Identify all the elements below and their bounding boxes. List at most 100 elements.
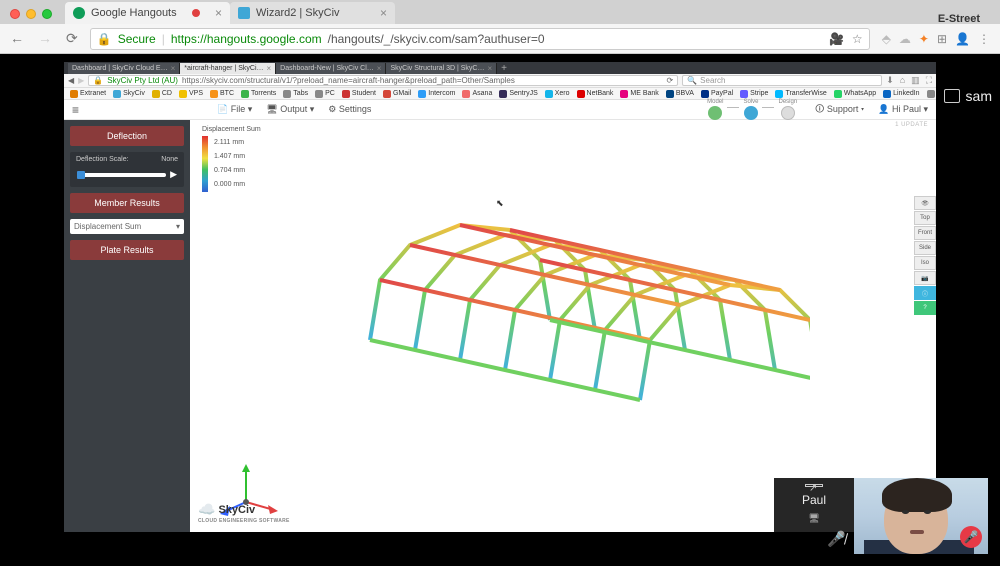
view-camera-button[interactable]: 📷 xyxy=(914,271,936,285)
extension-icon[interactable]: ✦ xyxy=(919,32,929,46)
color-legend: Displacement Sum 2.111 mm 1.407 mm 0.704… xyxy=(202,126,261,192)
back-icon[interactable]: ← xyxy=(10,30,24,47)
menu-file[interactable]: 📄 File ▾ xyxy=(217,104,252,115)
bookmark-item[interactable]: TransferWise xyxy=(773,90,828,98)
chrome-toolbar: ← → ⟳ 🔒 Secure | https://hangouts.google… xyxy=(0,24,1000,54)
bookmark-item[interactable]: SkyCiv xyxy=(111,90,147,98)
bookmark-item[interactable]: BTC xyxy=(208,90,236,98)
mode-model[interactable]: Model xyxy=(703,99,727,120)
close-icon[interactable]: × xyxy=(487,64,492,73)
inner-forward-icon[interactable]: ▶ xyxy=(78,76,84,85)
bookmark-item[interactable]: Extranet xyxy=(68,90,108,98)
fullscreen-icon[interactable]: ⛶ xyxy=(926,75,932,86)
bookmark-item[interactable]: LinkedIn xyxy=(881,90,921,98)
chrome-tab-skyciv[interactable]: Wizard2 | SkyCiv × xyxy=(230,2,395,24)
mode-solve[interactable]: Solve xyxy=(739,99,762,120)
favicon-icon xyxy=(620,90,628,98)
bookmark-item[interactable]: BBVA xyxy=(664,90,696,98)
reload-icon[interactable]: ⟳ xyxy=(666,76,673,85)
inner-tab[interactable]: SkyCiv Structural 3D | SkyC…× xyxy=(386,63,497,74)
window-zoom-traffic[interactable] xyxy=(42,9,52,19)
favicon-icon xyxy=(241,90,249,98)
extension-icon[interactable]: ☁ xyxy=(899,32,911,46)
star-icon[interactable]: ☆ xyxy=(852,32,863,46)
bookmark-item[interactable]: Intercom xyxy=(416,90,457,98)
tab-close-icon[interactable]: × xyxy=(380,6,387,20)
window-minimize-traffic[interactable] xyxy=(26,9,36,19)
download-icon[interactable]: ⬇ xyxy=(886,75,894,86)
new-tab-icon[interactable]: + xyxy=(497,63,511,74)
bookmark-item[interactable]: Asana xyxy=(460,90,494,98)
mode-design[interactable]: Design xyxy=(774,99,801,120)
view-info-button[interactable]: ⓘ xyxy=(914,286,936,300)
chrome-tab-hangouts[interactable]: Google Hangouts × xyxy=(65,2,230,24)
menu-user[interactable]: 👤 Hi Paul ▾ xyxy=(878,104,928,115)
camera-permission-icon[interactable]: 🎥 xyxy=(829,32,844,46)
recording-indicator-icon xyxy=(192,9,200,17)
result-type-select[interactable]: Displacement Sum ▾ xyxy=(70,219,184,234)
extension-icon[interactable]: ⊞ xyxy=(937,32,947,46)
view-front-button[interactable]: Front xyxy=(914,226,936,240)
reload-icon[interactable]: ⟳ xyxy=(66,30,78,47)
home-icon[interactable]: ⌂ xyxy=(900,75,905,86)
extension-icon[interactable]: ⬘ xyxy=(882,32,891,46)
inner-tab[interactable]: Dashboard-New | SkyCiv Cl…× xyxy=(276,63,386,74)
view-iso-button[interactable]: Iso xyxy=(914,256,936,270)
chrome-menu-icon[interactable]: ⋮ xyxy=(978,32,990,46)
sidebar-icon[interactable]: ▥ xyxy=(911,75,920,86)
skyciv-favicon-icon xyxy=(238,7,250,19)
plate-results-button[interactable]: Plate Results xyxy=(70,240,184,260)
bookmark-item[interactable]: PayPal xyxy=(699,90,735,98)
view-help-button[interactable]: ? xyxy=(914,301,936,315)
close-icon[interactable]: × xyxy=(377,64,382,73)
bookmark-item[interactable]: SentryJS xyxy=(497,90,539,98)
pip-participant-tile[interactable]: Paul 🖥 🎤̸ xyxy=(774,478,854,554)
bookmark-item[interactable]: PC xyxy=(313,90,337,98)
menu-settings[interactable]: ⚙ Settings xyxy=(328,104,371,115)
deflection-button[interactable]: Deflection xyxy=(70,126,184,146)
menu-support[interactable]: 🛈 Support ▾ xyxy=(815,102,864,118)
view-visibility-button[interactable]: 👁 xyxy=(914,196,936,210)
inner-back-icon[interactable]: ◀ xyxy=(68,76,74,85)
bookmark-item[interactable]: WhatsApp xyxy=(832,90,878,98)
menu-output[interactable]: 🖥 Output ▾ xyxy=(266,104,314,115)
deflection-slider[interactable] xyxy=(77,173,166,177)
bookmark-item[interactable]: BG xyxy=(925,90,936,98)
bookmark-item[interactable]: Student xyxy=(340,90,378,98)
omnibox[interactable]: 🔒 Secure | https://hangouts.google.com/h… xyxy=(90,28,870,50)
bookmark-item[interactable]: Tabs xyxy=(281,90,310,98)
favicon-icon xyxy=(462,90,470,98)
inner-location-field[interactable]: 🔒 SkyCiv Pty Ltd (AU) https://skyciv.com… xyxy=(88,75,678,86)
view-side-button[interactable]: Side xyxy=(914,241,936,255)
bookmark-item[interactable]: Torrents xyxy=(239,90,278,98)
hamburger-icon[interactable]: ≡ xyxy=(72,103,79,117)
close-icon[interactable]: × xyxy=(267,64,272,73)
bookmark-item[interactable]: VPS xyxy=(177,90,205,98)
bookmark-item[interactable]: NetBank xyxy=(575,90,616,98)
mic-muted-badge-icon[interactable]: 🎤 xyxy=(960,526,982,548)
inner-tab-active[interactable]: *aircraft-hanger | SkyCi…× xyxy=(180,63,276,74)
slider-thumb[interactable] xyxy=(77,171,85,179)
viewport-canvas[interactable]: 1 UPDATE Displacement Sum 2.111 mm 1.407… xyxy=(190,120,936,532)
bookmark-item[interactable]: Xero xyxy=(543,90,572,98)
profile-icon[interactable]: 👤 xyxy=(955,32,970,46)
window-close-traffic[interactable] xyxy=(10,9,20,19)
play-icon[interactable]: ▶ xyxy=(170,169,177,180)
view-top-button[interactable]: Top xyxy=(914,211,936,225)
bookmark-item[interactable]: CD xyxy=(150,90,174,98)
inner-search-field[interactable]: 🔍 Search xyxy=(682,75,882,86)
inner-tab-label: SkyCiv Structural 3D | SkyC… xyxy=(390,65,484,72)
favicon-icon xyxy=(113,90,121,98)
close-icon[interactable]: × xyxy=(171,64,176,73)
inner-tab[interactable]: Dashboard | SkyCiv Cloud E…× xyxy=(68,63,180,74)
self-video[interactable]: 🎤 xyxy=(854,478,988,554)
bookmark-item[interactable]: Stripe xyxy=(738,90,770,98)
mic-muted-icon[interactable]: 🎤̸ xyxy=(827,530,846,548)
bookmark-item[interactable]: GMail xyxy=(381,90,413,98)
menubar-right-label: E-Street xyxy=(938,13,980,25)
tab-close-icon[interactable]: × xyxy=(215,6,222,20)
member-results-button[interactable]: Member Results xyxy=(70,193,184,213)
bookmark-item[interactable]: ME Bank xyxy=(618,90,660,98)
identity-label: SkyCiv Pty Ltd (AU) xyxy=(107,76,178,85)
forward-icon[interactable]: → xyxy=(38,30,52,47)
